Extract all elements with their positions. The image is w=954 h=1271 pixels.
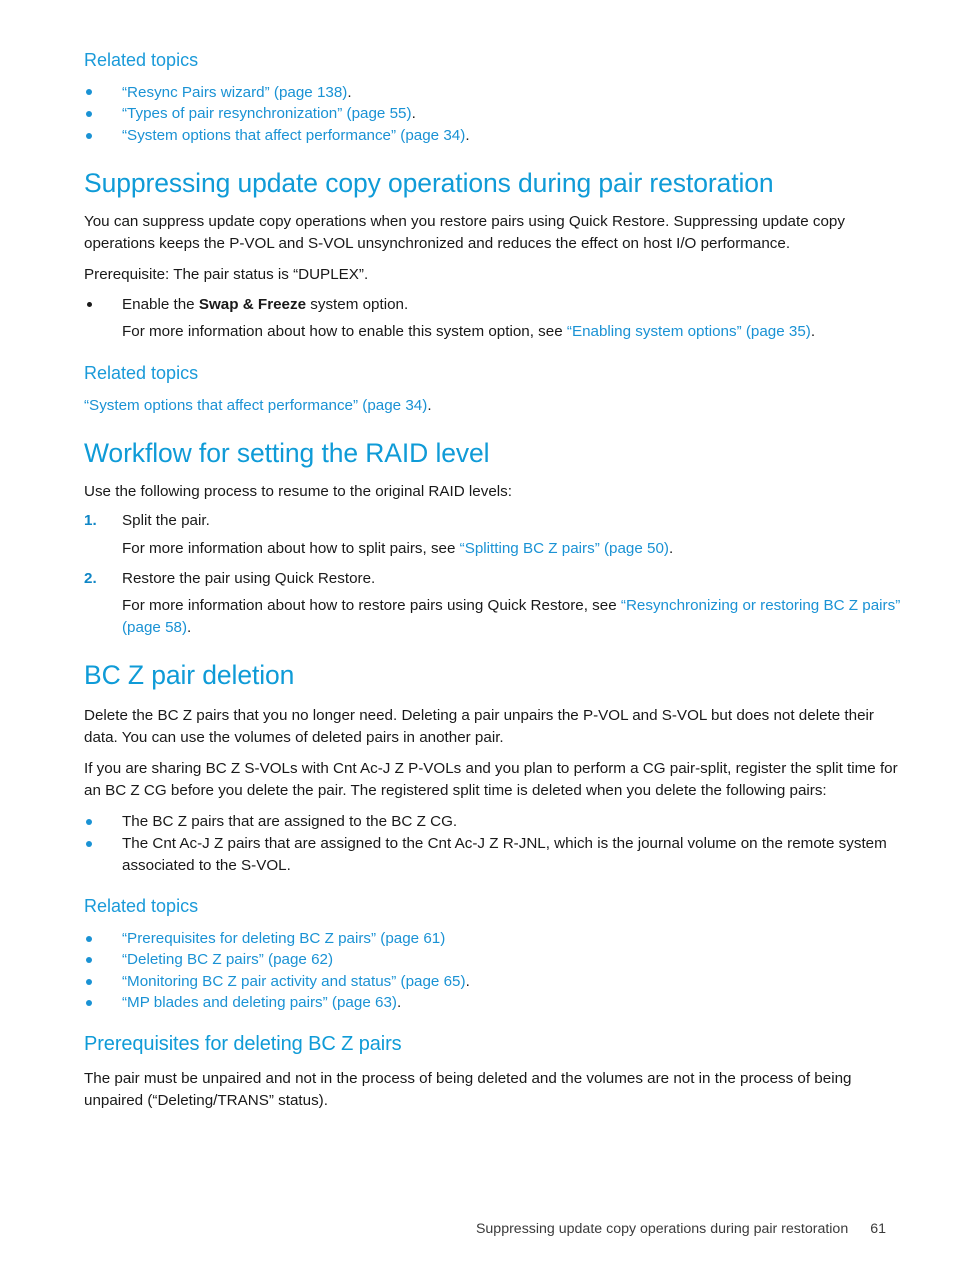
paragraph-deletion-intro: Delete the BC Z pairs that you no longer… <box>84 707 874 746</box>
list-item: 2. Restore the pair using Quick Restore.… <box>84 568 904 639</box>
list-item: “Resync Pairs wizard” (page 138). <box>84 82 904 104</box>
bullet-icon <box>86 978 92 985</box>
bullet-icon <box>87 301 92 307</box>
workflow-steps-list: 1. Split the pair. For more information … <box>84 510 904 638</box>
cross-reference-link[interactable]: “Splitting BC Z pairs” (page 50) <box>460 540 669 557</box>
paragraph-workflow-intro: Use the following process to resume to t… <box>84 482 512 500</box>
link-tail: . <box>187 618 192 636</box>
link-tail: . <box>465 126 470 144</box>
list-item-label: The BC Z pairs that are assigned to the … <box>122 813 458 831</box>
related-topics-heading-1: Related topics <box>84 50 199 70</box>
section-heading-workflow-raid-level: Workflow for setting the RAID level <box>84 438 490 469</box>
list-item: “Deleting BC Z pairs” (page 62) <box>84 949 904 971</box>
page-content: Related topics “Resync Pairs wizard” (pa… <box>84 50 904 1111</box>
cross-reference-link[interactable]: “Prerequisites for deleting BC Z pairs” … <box>122 930 445 947</box>
bullet-text-post: system option. <box>306 295 409 313</box>
list-item: “Types of pair resynchronization” (page … <box>84 103 904 125</box>
link-tail: . <box>396 994 402 1012</box>
document-page: Related topics “Resync Pairs wizard” (pa… <box>0 0 954 1271</box>
list-item: Enable the Swap & Freeze system option. … <box>84 294 904 343</box>
bullet-icon <box>86 935 92 942</box>
sentence-pre: For more information about how to restor… <box>122 597 621 615</box>
cross-reference-link[interactable]: “Monitoring BC Z pair activity and statu… <box>122 973 466 990</box>
bullet-icon <box>86 132 92 139</box>
swap-freeze-list: Enable the Swap & Freeze system option. … <box>84 294 904 343</box>
sentence-pre: For more information about how to enable… <box>122 323 567 341</box>
section-heading-suppressing-update-copy: Suppressing update copy operations durin… <box>84 168 774 199</box>
step-number: 2. <box>84 569 97 587</box>
list-item: “Monitoring BC Z pair activity and statu… <box>84 971 904 993</box>
list-item: “MP blades and deleting pairs” (page 63)… <box>84 992 904 1014</box>
paragraph-enable-system-option: For more information about how to enable… <box>122 321 904 343</box>
link-tail: . <box>669 540 674 558</box>
step-number: 1. <box>84 512 97 530</box>
paragraph-suppressing-intro: You can suppress update copy operations … <box>84 213 845 252</box>
paragraph-prerequisites-detail: The pair must be unpaired and not in the… <box>84 1070 852 1109</box>
cross-reference-link[interactable]: “Deleting BC Z pairs” (page 62) <box>122 951 333 968</box>
related-topics-heading-2: Related topics <box>84 362 199 383</box>
bullet-text-pre: Enable the <box>122 295 199 313</box>
step-text: Split the pair. <box>122 512 210 530</box>
bullet-icon <box>86 111 92 118</box>
bullet-icon <box>86 840 92 847</box>
list-item: 1. Split the pair. For more information … <box>84 510 904 567</box>
bullet-icon <box>86 819 92 826</box>
bullet-icon <box>86 957 92 964</box>
link-tail: . <box>411 105 416 123</box>
bullet-icon <box>86 1000 92 1007</box>
sentence-pre: For more information about how to split … <box>122 540 460 558</box>
cross-reference-link[interactable]: “Resync Pairs wizard” (page 138) <box>122 84 347 101</box>
related-topics-heading-3: Related topics <box>84 896 199 917</box>
list-item: The BC Z pairs that are assigned to the … <box>84 811 904 833</box>
section-heading-prerequisites-deleting: Prerequisites for deleting BC Z pairs <box>84 1033 402 1056</box>
section-heading-bc-z-pair-deletion: BC Z pair deletion <box>84 660 295 691</box>
paragraph-step-detail: For more information about how to split … <box>122 538 904 560</box>
page-footer: Suppressing update copy operations durin… <box>84 1221 886 1237</box>
list-item: The Cnt Ac-J Z pairs that are assigned t… <box>84 833 904 876</box>
deleted-pairs-list: The BC Z pairs that are assigned to the … <box>84 811 904 876</box>
step-text: Restore the pair using Quick Restore. <box>122 569 376 587</box>
footer-running-head: Suppressing update copy operations durin… <box>475 1221 849 1237</box>
link-tail: . <box>427 396 432 414</box>
paragraph-step-detail: For more information about how to restor… <box>122 595 904 638</box>
page-number: 61 <box>870 1221 886 1237</box>
link-tail: . <box>347 83 352 101</box>
paragraph-deletion-cg-split: If you are sharing BC Z S-VOLs with Cnt … <box>84 760 898 799</box>
cross-reference-link[interactable]: “System options that affect performance”… <box>84 397 427 414</box>
swap-and-freeze-option-label: Swap & Freeze <box>198 295 307 313</box>
bullet-icon <box>86 89 92 96</box>
list-item: “Prerequisites for deleting BC Z pairs” … <box>84 928 904 950</box>
link-tail: . <box>465 972 470 990</box>
link-tail: . <box>810 323 816 341</box>
list-item-label: The Cnt Ac-J Z pairs that are assigned t… <box>122 834 887 874</box>
paragraph-prerequisite: Prerequisite: The pair status is “DUPLEX… <box>84 266 369 284</box>
list-item: “System options that affect performance”… <box>84 125 904 147</box>
cross-reference-link[interactable]: “Enabling system options” (page 35) <box>567 323 811 340</box>
related-topics-list-1: “Resync Pairs wizard” (page 138). “Types… <box>84 82 904 147</box>
related-topics-list-3: “Prerequisites for deleting BC Z pairs” … <box>84 928 904 1014</box>
cross-reference-link[interactable]: “MP blades and deleting pairs” (page 63) <box>122 994 397 1011</box>
related-topics-single-link: “System options that affect performance”… <box>84 395 904 417</box>
cross-reference-link[interactable]: “System options that affect performance”… <box>122 127 465 144</box>
cross-reference-link[interactable]: “Types of pair resynchronization” (page … <box>122 105 412 122</box>
